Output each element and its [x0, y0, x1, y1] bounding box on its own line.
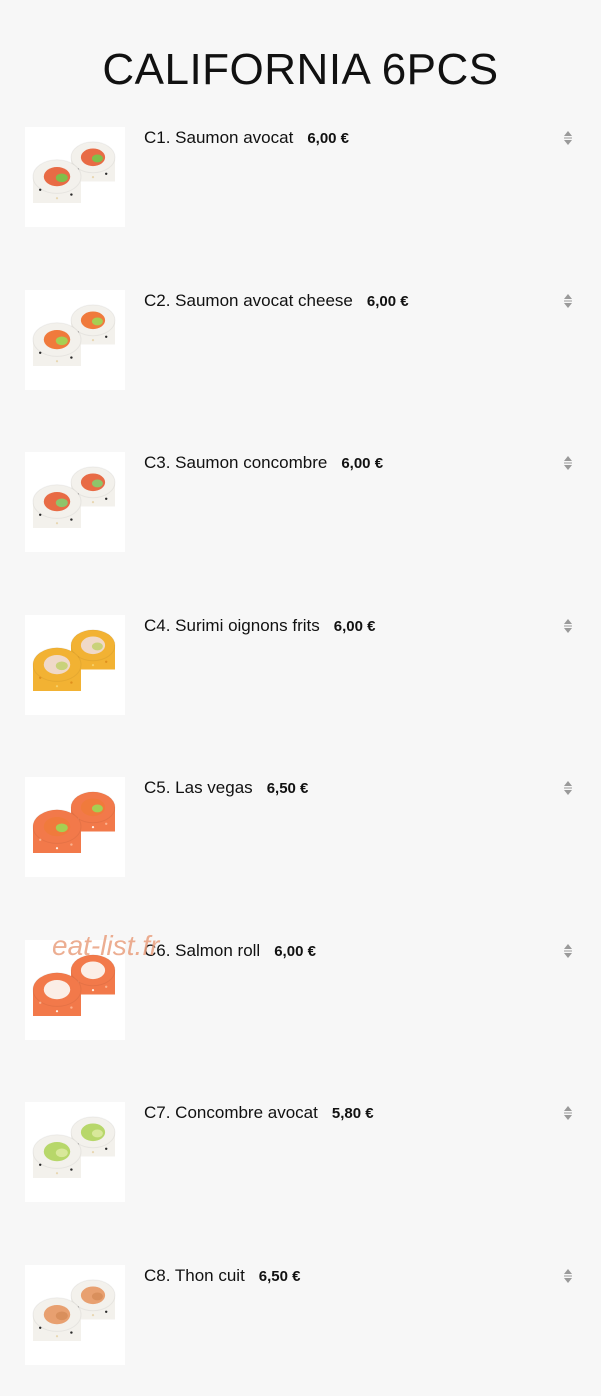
sort-handle-icon[interactable] — [561, 1265, 575, 1287]
product-name: C4. Surimi oignons frits 6,00 € — [144, 615, 375, 638]
product-label: C6. Salmon roll — [144, 941, 261, 960]
product-name: C3. Saumon concombre 6,00 € — [144, 452, 383, 475]
sort-handle-icon[interactable] — [561, 127, 575, 149]
menu-item[interactable]: C4. Surimi oignons frits 6,00 € — [0, 615, 601, 725]
product-label: C1. Saumon avocat — [144, 128, 294, 147]
product-price: 6,50 € — [258, 1268, 301, 1285]
product-image[interactable] — [25, 1102, 125, 1202]
product-price: 6,00 € — [341, 455, 384, 472]
product-name: C1. Saumon avocat 6,00 € — [144, 127, 349, 150]
menu-item[interactable]: C5. Las vegas 6,50 € — [0, 777, 601, 887]
product-name: C2. Saumon avocat cheese 6,00 € — [144, 290, 409, 313]
sort-handle-icon[interactable] — [561, 615, 575, 637]
product-name: C6. Salmon roll 6,00 € — [144, 940, 316, 963]
sort-handle-icon[interactable] — [561, 940, 575, 962]
product-label: C3. Saumon concombre — [144, 453, 328, 472]
menu-item[interactable]: C2. Saumon avocat cheese 6,00 € — [0, 290, 601, 400]
product-price: 6,50 € — [266, 780, 309, 797]
product-label: C5. Las vegas — [144, 778, 253, 797]
product-price: 6,00 € — [274, 943, 316, 960]
page-title: CALIFORNIA 6PCS — [102, 45, 499, 94]
watermark: eat-list.fr — [52, 930, 160, 961]
product-image[interactable] — [25, 290, 125, 390]
product-name: C8. Thon cuit 6,50 € — [144, 1265, 301, 1288]
sort-handle-icon[interactable] — [561, 1102, 575, 1124]
product-label: C8. Thon cuit — [144, 1266, 245, 1285]
menu-item[interactable]: C1. Saumon avocat 6,00 € — [0, 127, 601, 237]
product-name: C7. Concombre avocat 5,80 € — [144, 1102, 374, 1125]
product-image[interactable] — [25, 1265, 125, 1365]
product-price: 5,80 € — [331, 1105, 374, 1122]
product-image[interactable] — [25, 777, 125, 877]
product-name: C5. Las vegas 6,50 € — [144, 777, 308, 800]
product-price: 6,00 € — [333, 618, 376, 635]
product-price: 6,00 € — [366, 293, 409, 310]
product-price: 6,00 € — [307, 130, 350, 147]
product-label: C4. Surimi oignons frits — [144, 616, 320, 635]
menu-item[interactable]: C7. Concombre avocat 5,80 € — [0, 1102, 601, 1212]
product-label: C7. Concombre avocat — [144, 1103, 318, 1122]
product-image[interactable] — [25, 127, 125, 227]
product-label: C2. Saumon avocat cheese — [144, 291, 353, 310]
sort-handle-icon[interactable] — [561, 452, 575, 474]
menu-item[interactable]: C3. Saumon concombre 6,00 € — [0, 452, 601, 562]
product-image[interactable] — [25, 615, 125, 715]
sort-handle-icon[interactable] — [561, 290, 575, 312]
menu-item[interactable]: C8. Thon cuit 6,50 € — [0, 1265, 601, 1375]
sort-handle-icon[interactable] — [561, 777, 575, 799]
product-image[interactable] — [25, 452, 125, 552]
